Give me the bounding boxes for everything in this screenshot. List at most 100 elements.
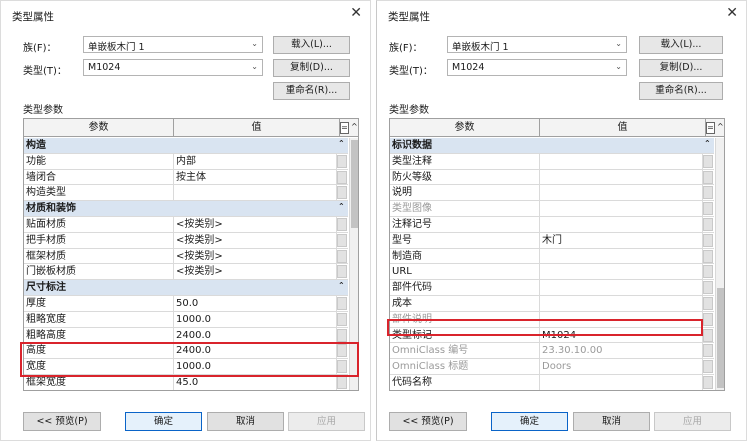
- cell-action-button[interactable]: [337, 296, 347, 310]
- family-select[interactable]: 单嵌板木门 1 ⌄: [83, 36, 263, 53]
- cell-action-button[interactable]: [703, 202, 713, 216]
- param-row[interactable]: URL: [390, 264, 714, 281]
- cancel-button[interactable]: 取消: [207, 412, 284, 431]
- collapse-up-icon[interactable]: ⌃: [338, 139, 345, 148]
- collapse-up-icon[interactable]: ^: [717, 122, 724, 131]
- apply-button[interactable]: 应用: [654, 412, 731, 431]
- param-value[interactable]: [540, 153, 703, 169]
- collapse-up-icon[interactable]: ⌃: [338, 202, 345, 211]
- cancel-button[interactable]: 取消: [573, 412, 650, 431]
- cell-action-button[interactable]: [703, 375, 713, 389]
- param-value[interactable]: 木门: [540, 232, 703, 248]
- family-select[interactable]: 单嵌板木门 1 ⌄: [447, 36, 627, 53]
- param-row[interactable]: 代码名称: [390, 374, 714, 390]
- param-row[interactable]: 框架宽度 45.0: [24, 374, 348, 390]
- cell-action-button[interactable]: [703, 233, 713, 247]
- column-header-param[interactable]: 参数: [24, 119, 174, 137]
- group-header-row[interactable]: 标识数据 ⌃: [390, 138, 714, 154]
- sort-icon[interactable]: =: [340, 122, 349, 134]
- cell-action-button[interactable]: [337, 233, 347, 247]
- preview-button[interactable]: << 预览(P): [389, 412, 467, 431]
- param-row[interactable]: 制造商: [390, 248, 714, 265]
- param-row[interactable]: 防火等级: [390, 169, 714, 186]
- param-value[interactable]: 按主体: [174, 169, 337, 185]
- param-value[interactable]: [540, 169, 703, 185]
- rename-button[interactable]: 重命名(R)...: [639, 82, 723, 100]
- param-row[interactable]: 厚度 50.0: [24, 295, 348, 312]
- param-row[interactable]: 粗略宽度 1000.0: [24, 311, 348, 328]
- column-header-value[interactable]: 值: [540, 119, 706, 137]
- group-header-row[interactable]: 构造 ⌃: [24, 138, 348, 154]
- preview-button[interactable]: << 预览(P): [23, 412, 101, 431]
- column-header-value[interactable]: 值: [174, 119, 340, 137]
- cell-action-button[interactable]: [337, 186, 347, 200]
- param-row[interactable]: 类型图像: [390, 201, 714, 217]
- cell-action-button[interactable]: [703, 154, 713, 168]
- param-row[interactable]: 框架材质 <按类别>: [24, 248, 348, 265]
- param-row[interactable]: 部件代码: [390, 280, 714, 296]
- duplicate-button[interactable]: 复制(D)...: [273, 59, 350, 77]
- cell-action-button[interactable]: [703, 312, 713, 326]
- param-value[interactable]: [540, 264, 703, 280]
- cell-action-button[interactable]: [703, 296, 713, 310]
- cell-action-button[interactable]: [337, 170, 347, 184]
- param-value[interactable]: 内部: [174, 153, 337, 169]
- duplicate-button[interactable]: 复制(D)...: [639, 59, 723, 77]
- param-value[interactable]: [540, 374, 703, 390]
- param-value[interactable]: 1000.0: [174, 311, 337, 327]
- cell-action-button[interactable]: [337, 375, 347, 389]
- ok-button[interactable]: 确定: [125, 412, 202, 431]
- cell-action-button[interactable]: [703, 281, 713, 295]
- cell-action-button[interactable]: [703, 328, 713, 342]
- cell-action-button[interactable]: [703, 170, 713, 184]
- param-row[interactable]: 贴面材质 <按类别>: [24, 216, 348, 233]
- param-value[interactable]: <按类别>: [174, 264, 337, 280]
- param-row[interactable]: OmniClass 标题 Doors: [390, 359, 714, 375]
- collapse-up-icon[interactable]: ⌃: [338, 281, 345, 290]
- param-value[interactable]: [540, 216, 703, 232]
- cell-action-button[interactable]: [703, 265, 713, 279]
- column-header-param[interactable]: 参数: [390, 119, 540, 137]
- cell-action-button[interactable]: [337, 328, 347, 342]
- param-value[interactable]: 45.0: [174, 374, 337, 390]
- type-select[interactable]: M1024 ⌄: [83, 59, 263, 76]
- type-select[interactable]: M1024 ⌄: [447, 59, 627, 76]
- load-button[interactable]: 载入(L)...: [273, 36, 350, 54]
- group-header-row[interactable]: 尺寸标注 ⌃: [24, 280, 348, 296]
- scrollbar-thumb[interactable]: [717, 288, 724, 388]
- cell-action-button[interactable]: [337, 312, 347, 326]
- param-row[interactable]: 类型注释: [390, 153, 714, 170]
- param-value[interactable]: <按类别>: [174, 216, 337, 232]
- param-value[interactable]: [540, 295, 703, 311]
- collapse-up-icon[interactable]: ^: [351, 122, 358, 131]
- close-icon[interactable]: ✕: [350, 5, 362, 21]
- group-header-row[interactable]: 材质和装饰 ⌃: [24, 201, 348, 217]
- param-value[interactable]: <按类别>: [174, 232, 337, 248]
- cell-action-button[interactable]: [337, 265, 347, 279]
- param-row[interactable]: 门嵌板材质 <按类别>: [24, 264, 348, 281]
- param-value[interactable]: 50.0: [174, 295, 337, 311]
- param-row[interactable]: 说明: [390, 185, 714, 202]
- sort-icon[interactable]: =: [706, 122, 715, 134]
- ok-button[interactable]: 确定: [491, 412, 568, 431]
- param-row[interactable]: 注释记号: [390, 216, 714, 233]
- param-row[interactable]: 成本: [390, 295, 714, 312]
- param-row[interactable]: 把手材质 <按类别>: [24, 232, 348, 249]
- param-value[interactable]: <按类别>: [174, 248, 337, 264]
- param-value[interactable]: [540, 248, 703, 264]
- load-button[interactable]: 载入(L)...: [639, 36, 723, 54]
- rename-button[interactable]: 重命名(R)...: [273, 82, 350, 100]
- cell-action-button[interactable]: [337, 154, 347, 168]
- param-row[interactable]: 型号 木门: [390, 232, 714, 249]
- param-row[interactable]: 墙闭合 按主体: [24, 169, 348, 186]
- param-value[interactable]: 2400.0: [174, 327, 337, 343]
- param-row[interactable]: OmniClass 编号 23.30.10.00: [390, 343, 714, 360]
- collapse-up-icon[interactable]: ⌃: [704, 139, 711, 148]
- scrollbar-thumb[interactable]: [351, 140, 358, 228]
- cell-action-button[interactable]: [337, 249, 347, 263]
- param-row[interactable]: 功能 内部: [24, 153, 348, 170]
- cell-action-button[interactable]: [703, 344, 713, 358]
- apply-button[interactable]: 应用: [288, 412, 365, 431]
- cell-action-button[interactable]: [703, 360, 713, 374]
- vertical-scrollbar[interactable]: [715, 138, 724, 390]
